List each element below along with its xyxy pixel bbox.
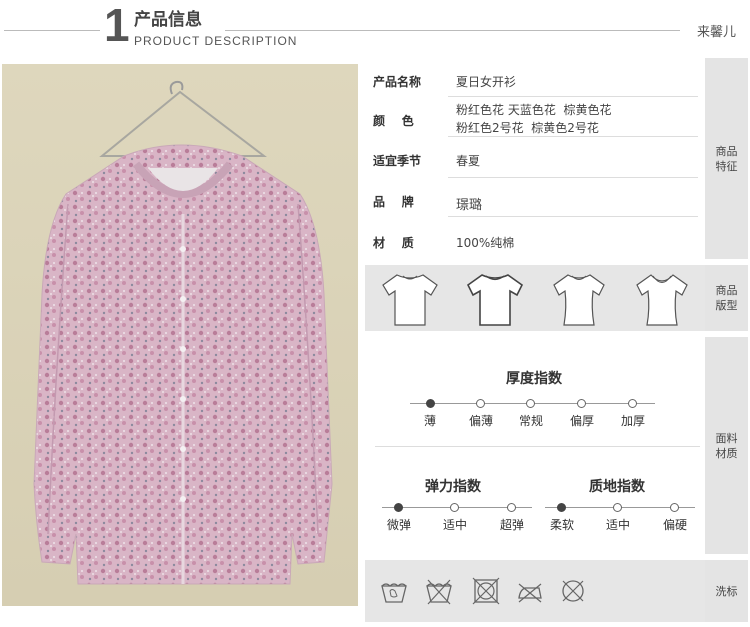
thickness-option-label: 偏薄 xyxy=(468,414,493,428)
prop-label-color: 颜 色 xyxy=(373,114,414,128)
no-tumble-dry-icon xyxy=(472,577,500,605)
prop-value-name: 夏日女开衫 xyxy=(456,75,517,89)
tshirt-scoop-icon xyxy=(636,274,688,326)
thickness-option-label: 加厚 xyxy=(620,414,645,428)
texture-option-label: 偏硬 xyxy=(662,518,687,532)
prop-separator xyxy=(448,96,698,97)
thickness-option-label: 常规 xyxy=(518,414,543,428)
side-tab-features[interactable]: 商品 特征 xyxy=(705,58,748,259)
side-tab-shape[interactable]: 商品 版型 xyxy=(705,265,748,331)
prop-separator xyxy=(448,177,698,178)
texture-title: 质地指数 xyxy=(589,479,645,495)
prop-value-color-2: 粉红色2号花 棕黄色2号花 xyxy=(456,121,599,135)
elasticity-option-label: 微弹 xyxy=(386,518,411,532)
elasticity-option-dot[interactable] xyxy=(450,503,459,512)
side-tab-material[interactable]: 面料 材质 xyxy=(705,337,748,554)
side-tab-shape-line2: 版型 xyxy=(715,299,738,312)
tshirt-fitted-icon xyxy=(553,274,605,326)
prop-label-material: 材 质 xyxy=(373,236,414,250)
texture-option-dot[interactable] xyxy=(557,503,566,512)
prop-value-season: 春夏 xyxy=(456,154,481,168)
elasticity-option-label: 适中 xyxy=(442,518,467,532)
section-number: 1 xyxy=(104,0,130,51)
texture-option-label: 适中 xyxy=(605,518,630,532)
thickness-option-dot[interactable] xyxy=(628,399,637,408)
prop-label-season: 适宜季节 xyxy=(373,154,422,168)
prop-separator xyxy=(448,136,698,137)
texture-option-label: 柔软 xyxy=(549,518,574,532)
side-tab-shape-line1: 商品 xyxy=(715,284,738,297)
prop-value-color: 粉红色花 天蓝色花 棕黄色花 xyxy=(456,103,612,117)
side-tab-features-line2: 特征 xyxy=(715,159,738,173)
section-title: 产品信息 xyxy=(134,10,202,30)
thickness-option-label: 薄 xyxy=(423,414,436,428)
elasticity-option-dot[interactable] xyxy=(394,503,403,512)
prop-separator xyxy=(448,216,698,217)
prop-label-name: 产品名称 xyxy=(373,75,422,89)
prop-value-brand: 璟璐 xyxy=(456,198,483,213)
side-tab-material-line2: 材质 xyxy=(715,446,738,460)
side-tab-wash-label: 洗标 xyxy=(715,584,738,598)
thickness-title: 厚度指数 xyxy=(506,371,562,387)
side-tab-wash[interactable]: 洗标 xyxy=(705,560,748,622)
hand-wash-icon xyxy=(381,583,407,603)
no-dry-clean-icon xyxy=(562,580,584,602)
thickness-option-dot[interactable] xyxy=(526,399,535,408)
thickness-option-dot[interactable] xyxy=(577,399,586,408)
elasticity-option-label: 超弹 xyxy=(499,518,524,532)
section-divider xyxy=(375,446,700,447)
side-tab-features-line1: 商品 xyxy=(715,144,738,158)
product-photo xyxy=(2,64,358,606)
prop-label-brand: 品 牌 xyxy=(373,195,414,209)
texture-option-dot[interactable] xyxy=(670,503,679,512)
brand-name: 来馨儿 xyxy=(696,25,736,40)
care-label-band xyxy=(365,560,705,622)
elasticity-option-dot[interactable] xyxy=(507,503,516,512)
tshirt-boxy-icon xyxy=(466,274,524,326)
thickness-option-dot[interactable] xyxy=(426,399,435,408)
side-tab-material-line1: 面料 xyxy=(715,431,738,445)
fit-shapes-band xyxy=(365,265,705,331)
section-subtitle: PRODUCT DESCRIPTION xyxy=(134,34,298,48)
header-rule-left xyxy=(4,30,100,31)
tshirt-wide-icon xyxy=(382,274,438,326)
thickness-option-dot[interactable] xyxy=(476,399,485,408)
thickness-option-label: 偏厚 xyxy=(569,414,594,428)
prop-value-material: 100%纯棉 xyxy=(456,236,515,250)
elasticity-title: 弹力指数 xyxy=(425,479,481,495)
texture-option-dot[interactable] xyxy=(613,503,622,512)
header-rule-right xyxy=(225,30,680,31)
no-iron-icon xyxy=(518,583,542,603)
no-wash-icon xyxy=(426,579,452,605)
